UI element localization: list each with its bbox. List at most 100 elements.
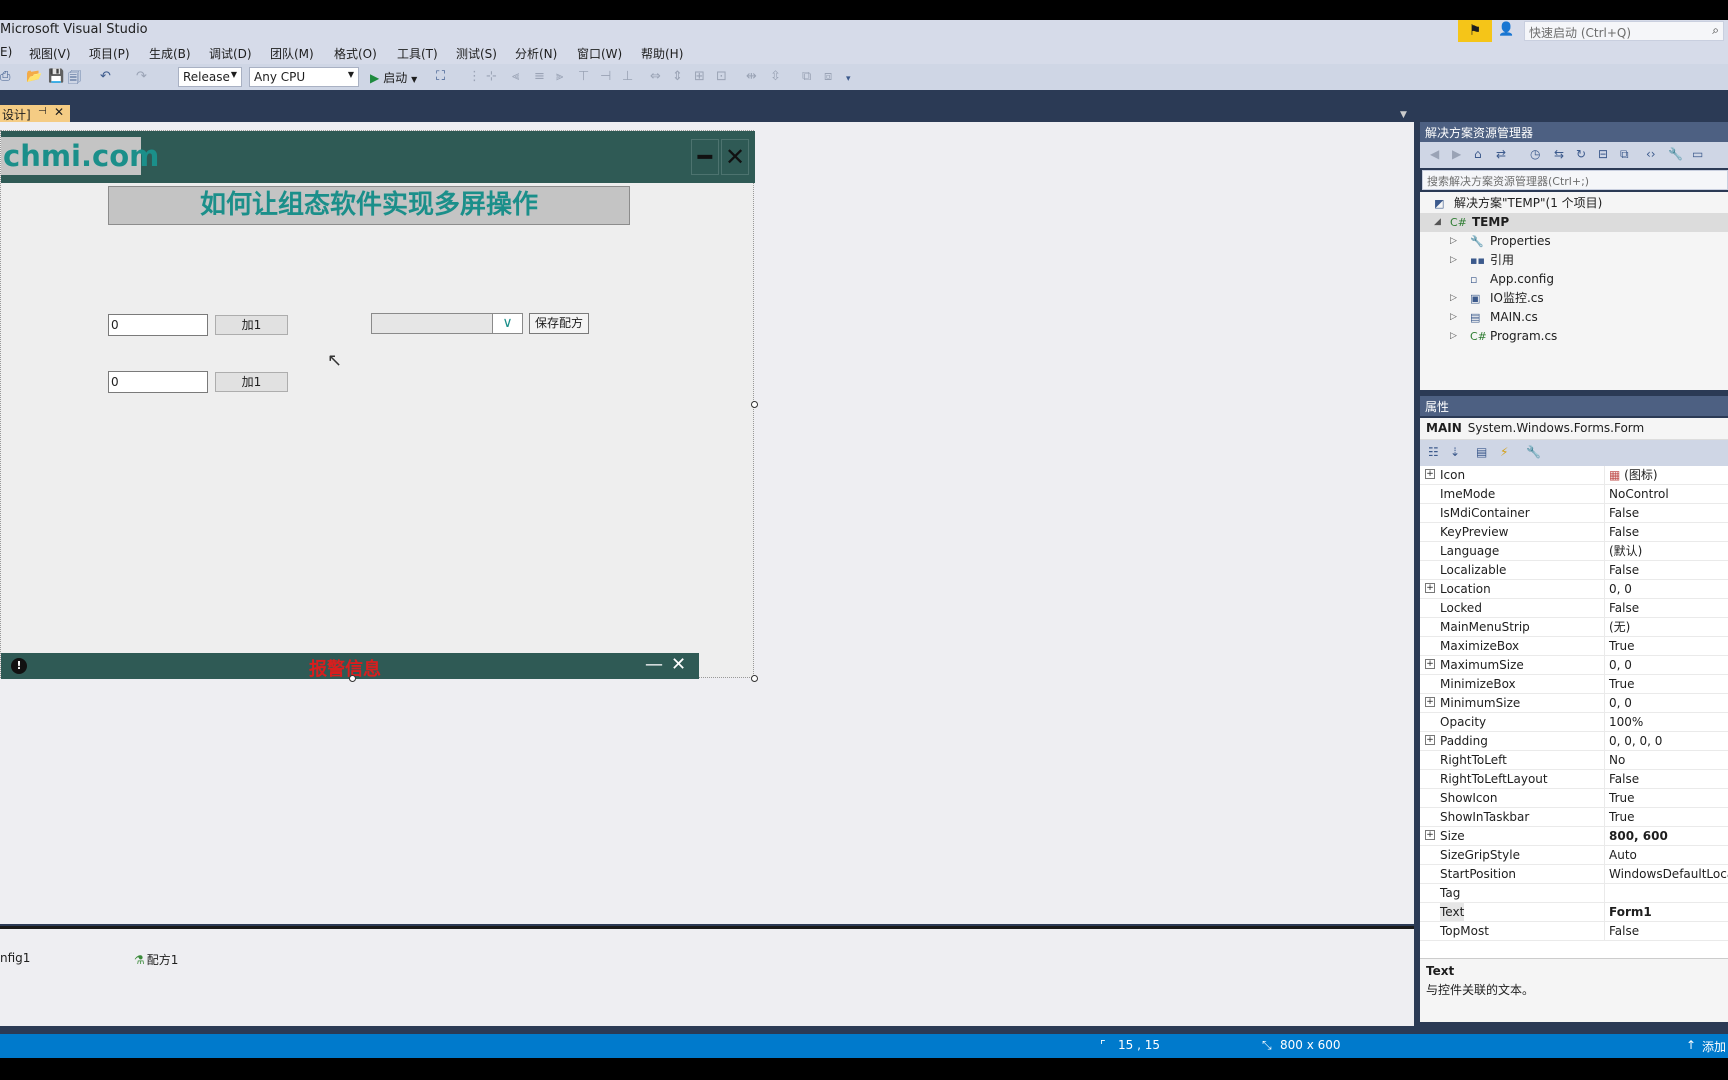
property-value[interactable]: True [1604, 637, 1728, 656]
menu-tools[interactable]: 工具(T) [397, 45, 438, 62]
property-row[interactable]: SizeGripStyle Auto [1420, 846, 1728, 865]
property-row[interactable]: Language (默认) [1420, 542, 1728, 561]
new-project-icon[interactable]: ⎙ [0, 69, 10, 84]
start-debug-button[interactable]: ▶ 启动 ▼ [370, 69, 417, 86]
property-row[interactable]: RightToLeftLayout False [1420, 770, 1728, 789]
v-spacing-icon[interactable]: ⇳ [770, 69, 781, 84]
align-center-icon[interactable]: ≡ [534, 69, 545, 84]
property-pages-icon[interactable]: 🔧 [1526, 445, 1541, 459]
expand-arrow-icon[interactable]: ▷ [1450, 251, 1457, 270]
property-row[interactable]: StartPosition WindowsDefaultLocation [1420, 865, 1728, 884]
value-textbox-1[interactable]: 0 [108, 314, 208, 336]
undo-icon[interactable]: ↶ [100, 69, 111, 84]
tab-main-design[interactable]: 设计] ⊣ ✕ [0, 105, 70, 122]
property-value[interactable]: False [1604, 504, 1728, 523]
platform-select[interactable]: Any CPU ▼ [249, 67, 359, 87]
refresh-icon[interactable]: ↻ [1576, 147, 1586, 161]
menu-help[interactable]: 帮助(H) [641, 45, 683, 62]
same-width-icon[interactable]: ⇔ [650, 69, 661, 84]
property-value[interactable]: False [1604, 922, 1728, 941]
close-icon[interactable]: ✕ [54, 105, 64, 119]
menu-window[interactable]: 窗口(W) [577, 45, 622, 62]
property-value[interactable]: False [1604, 561, 1728, 580]
send-back-icon[interactable]: ⧈ [824, 69, 832, 84]
tray-item-config[interactable]: nfig1 [0, 951, 30, 965]
property-value[interactable]: (默认) [1604, 542, 1728, 561]
tree-item-app-config[interactable]: ▫ App.config [1420, 270, 1728, 289]
menu-view[interactable]: 视图(V) [29, 45, 71, 62]
property-row[interactable]: TopMost False [1420, 922, 1728, 941]
property-row[interactable]: Opacity 100% [1420, 713, 1728, 732]
property-row[interactable]: ShowInTaskbar True [1420, 808, 1728, 827]
expand-icon[interactable]: + [1425, 469, 1435, 479]
recipe-dropdown[interactable]: ∨ [371, 313, 523, 334]
save-recipe-button[interactable]: 保存配方 [529, 313, 589, 334]
menu-analyze[interactable]: 分析(N) [515, 45, 557, 62]
property-value[interactable]: WindowsDefaultLocation [1604, 865, 1728, 884]
home-icon[interactable]: ⌂ [1474, 147, 1482, 161]
property-row[interactable]: RightToLeft No [1420, 751, 1728, 770]
menu-team[interactable]: 团队(M) [270, 45, 314, 62]
property-value[interactable]: False [1604, 599, 1728, 618]
properties-icon[interactable]: 🔧 [1668, 147, 1683, 161]
expand-icon[interactable]: + [1425, 735, 1435, 745]
property-row[interactable]: + Padding 0, 0, 0, 0 [1420, 732, 1728, 751]
properties-view-icon[interactable]: ▤ [1476, 445, 1487, 459]
property-value[interactable] [1604, 884, 1728, 903]
categorized-icon[interactable]: ☷ [1428, 445, 1439, 459]
property-row[interactable]: ShowIcon True [1420, 789, 1728, 808]
solution-config-select[interactable]: Release ▼ [178, 67, 242, 87]
align-left-icon[interactable]: ⫷ [512, 69, 519, 84]
align-bottom-icon[interactable]: ⊥ [622, 69, 633, 84]
size-to-grid-icon[interactable]: ⊞ [694, 69, 705, 84]
quick-launch-input[interactable]: 快速启动 (Ctrl+Q) ⌕ [1524, 21, 1724, 41]
bring-front-icon[interactable]: ⧉ [802, 69, 811, 84]
grid-icon[interactable]: ⋮ [468, 69, 481, 84]
property-value[interactable]: NoControl [1604, 485, 1728, 504]
property-value[interactable]: Form1 [1604, 903, 1728, 922]
toggle-view-icon[interactable]: ⛶ [436, 69, 445, 84]
property-value[interactable]: (无) [1604, 618, 1728, 637]
save-icon[interactable]: 💾 [48, 69, 64, 84]
property-value[interactable]: 0, 0, 0, 0 [1604, 732, 1728, 751]
add-one-button-2[interactable]: 加1 [215, 372, 288, 392]
switch-views-icon[interactable]: ⇄ [1496, 147, 1506, 161]
menu-debug[interactable]: 调试(D) [209, 45, 252, 62]
property-row[interactable]: + MaximumSize 0, 0 [1420, 656, 1728, 675]
property-row[interactable]: IsMdiContainer False [1420, 504, 1728, 523]
resize-handle-bottom[interactable] [349, 675, 356, 682]
solution-search-input[interactable]: 搜索解决方案资源管理器(Ctrl+;) [1422, 170, 1728, 190]
property-value[interactable]: 0, 0 [1604, 694, 1728, 713]
expand-arrow-icon[interactable]: ▷ [1450, 327, 1457, 346]
expand-arrow-icon[interactable]: ▷ [1450, 289, 1457, 308]
save-all-icon[interactable]: 🗐 [68, 69, 81, 91]
property-row[interactable]: + Location 0, 0 [1420, 580, 1728, 599]
property-value[interactable]: True [1604, 675, 1728, 694]
minimize-icon[interactable]: — [645, 654, 663, 675]
property-row[interactable]: ImeMode NoControl [1420, 485, 1728, 504]
resize-handle-corner[interactable] [751, 675, 758, 682]
property-value[interactable]: 800, 600 [1604, 827, 1728, 846]
property-row[interactable]: + MinimumSize 0, 0 [1420, 694, 1728, 713]
property-row[interactable]: Tag [1420, 884, 1728, 903]
publish-icon[interactable]: ↑ [1686, 1038, 1696, 1052]
tree-item-io-monitor[interactable]: ▷ ▣ IO监控.cs [1420, 289, 1728, 308]
close-icon[interactable]: ✕ [671, 654, 686, 675]
collapse-arrow-icon[interactable]: ◢ [1434, 213, 1441, 232]
property-row[interactable]: MaximizeBox True [1420, 637, 1728, 656]
add-source-control[interactable]: 添加 [1702, 1038, 1726, 1055]
preview-icon[interactable]: ▭ [1692, 147, 1703, 161]
alphabetical-icon[interactable]: ⇣ [1450, 445, 1460, 459]
property-value[interactable]: No [1604, 751, 1728, 770]
expand-icon[interactable]: + [1425, 583, 1435, 593]
properties-object-selector[interactable]: MAIN System.Windows.Forms.Form [1420, 418, 1728, 440]
same-height-icon[interactable]: ⇕ [672, 69, 683, 84]
close-icon[interactable]: ✕ [721, 139, 749, 175]
property-value[interactable]: Auto [1604, 846, 1728, 865]
menu-format[interactable]: 格式(O) [334, 45, 377, 62]
property-value[interactable]: 0, 0 [1604, 656, 1728, 675]
back-icon[interactable]: ◀ [1430, 147, 1439, 161]
expand-icon[interactable]: + [1425, 697, 1435, 707]
add-one-button-1[interactable]: 加1 [215, 315, 288, 335]
expand-icon[interactable]: + [1425, 830, 1435, 840]
